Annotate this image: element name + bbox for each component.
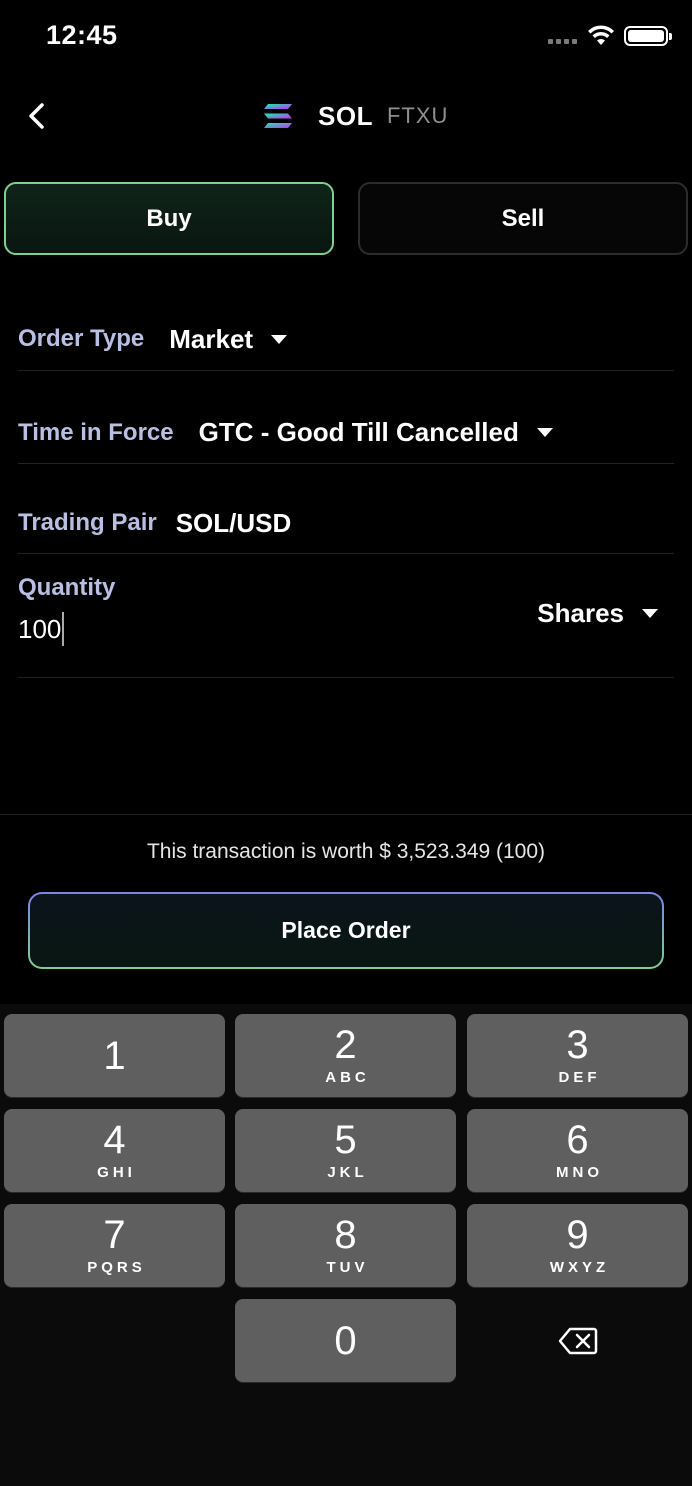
status-bar: 12:45 bbox=[0, 0, 692, 72]
divider bbox=[0, 814, 692, 815]
quantity-unit-select[interactable]: Shares bbox=[537, 598, 658, 629]
key-letters: JKL bbox=[327, 1164, 368, 1181]
key-digit: 7 bbox=[103, 1213, 126, 1257]
wifi-icon bbox=[588, 25, 614, 45]
trading-pair-value: SOL/USD bbox=[175, 507, 292, 538]
transaction-worth-text: This transaction is worth $ 3,523.349 (1… bbox=[146, 840, 546, 863]
numeric-keypad: 1 2 ABC 3 DEF 4 GHI 5 JKL 6 MNO 7 PQRS 8… bbox=[0, 1004, 692, 1486]
time-in-force-select[interactable]: GTC - Good Till Cancelled bbox=[199, 417, 553, 448]
key-4[interactable]: 4 GHI bbox=[4, 1109, 225, 1192]
key-letters: ABC bbox=[325, 1069, 370, 1086]
key-digit: 5 bbox=[334, 1118, 357, 1162]
side-toggle: Buy Sell bbox=[4, 182, 688, 256]
caret-down-icon bbox=[536, 428, 553, 437]
time-in-force-label: Time in Force bbox=[18, 418, 174, 446]
header-title-group: SOL FTXU bbox=[262, 98, 448, 134]
page-title: SOL bbox=[318, 100, 373, 131]
key-digit: 6 bbox=[566, 1118, 589, 1162]
trading-pair-row: Trading Pair SOL/USD bbox=[18, 464, 674, 554]
delete-key[interactable] bbox=[467, 1299, 688, 1382]
key-7[interactable]: 7 PQRS bbox=[4, 1204, 225, 1287]
key-6[interactable]: 6 MNO bbox=[467, 1109, 688, 1192]
key-1[interactable]: 1 bbox=[4, 1014, 225, 1097]
key-letters: PQRS bbox=[87, 1259, 146, 1276]
key-letters: WXYZ bbox=[549, 1259, 610, 1276]
status-time: 12:45 bbox=[46, 20, 118, 50]
text-cursor bbox=[62, 612, 65, 646]
order-type-value: Market bbox=[169, 323, 254, 354]
key-5[interactable]: 5 JKL bbox=[235, 1109, 456, 1192]
key-letters: TUV bbox=[326, 1259, 369, 1276]
key-letters: GHI bbox=[97, 1164, 136, 1181]
time-in-force-value: GTC - Good Till Cancelled bbox=[198, 417, 519, 447]
key-digit: 0 bbox=[334, 1318, 357, 1363]
quantity-unit-value: Shares bbox=[537, 598, 624, 628]
key-digit: 8 bbox=[334, 1213, 357, 1257]
caret-down-icon bbox=[271, 334, 288, 344]
key-2[interactable]: 2 ABC bbox=[235, 1014, 456, 1097]
key-letters: MNO bbox=[556, 1164, 603, 1181]
cellular-signal-icon bbox=[548, 39, 577, 44]
battery-icon bbox=[624, 26, 672, 46]
key-8[interactable]: 8 TUV bbox=[235, 1204, 456, 1287]
key-0[interactable]: 0 bbox=[235, 1299, 456, 1382]
sell-button[interactable]: Sell bbox=[358, 182, 688, 255]
key-9[interactable]: 9 WXYZ bbox=[467, 1204, 688, 1287]
key-digit: 1 bbox=[103, 1033, 126, 1078]
key-digit: 9 bbox=[566, 1213, 589, 1257]
chevron-left-icon bbox=[29, 103, 44, 129]
order-type-row: Order Type Market bbox=[18, 278, 674, 371]
key-letters: DEF bbox=[558, 1069, 601, 1086]
order-type-select[interactable]: Market bbox=[169, 323, 288, 355]
time-in-force-row: Time in Force GTC - Good Till Cancelled bbox=[18, 371, 674, 464]
quantity-value: 100 bbox=[18, 613, 62, 644]
key-digit: 2 bbox=[334, 1023, 357, 1067]
key-3[interactable]: 3 DEF bbox=[467, 1014, 688, 1097]
solana-logo-icon bbox=[264, 104, 292, 128]
backspace-icon bbox=[558, 1327, 597, 1354]
trading-pair-label: Trading Pair bbox=[18, 509, 157, 536]
quantity-row: Quantity 100 Shares bbox=[18, 554, 674, 678]
place-order-button[interactable]: Place Order bbox=[28, 892, 664, 969]
exchange-name: FTXU bbox=[386, 103, 449, 128]
key-digit: 3 bbox=[566, 1023, 589, 1067]
buy-button[interactable]: Buy bbox=[4, 182, 334, 255]
order-type-label: Order Type bbox=[18, 325, 145, 352]
back-button[interactable] bbox=[20, 98, 52, 134]
key-digit: 4 bbox=[103, 1118, 126, 1162]
caret-down-icon bbox=[642, 609, 658, 618]
header: SOL FTXU bbox=[0, 90, 692, 142]
